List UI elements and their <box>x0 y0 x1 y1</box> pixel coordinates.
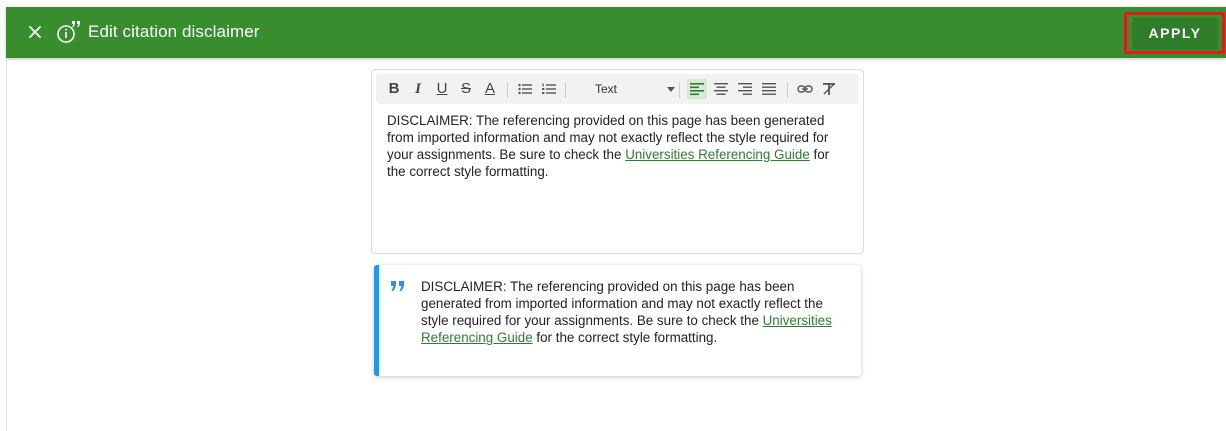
italic-button[interactable]: I <box>408 79 428 99</box>
rich-text-editor: B I U S A Text DISCLAIMER: The referenci… <box>371 69 864 254</box>
close-icon[interactable] <box>25 22 45 42</box>
clear-formatting-icon[interactable] <box>819 79 839 99</box>
apply-button[interactable]: APPLY <box>1133 18 1217 48</box>
align-right-icon[interactable] <box>735 79 755 99</box>
citation-info-icon <box>56 19 84 45</box>
editor-toolbar: B I U S A Text <box>376 74 859 104</box>
referencing-guide-link[interactable]: Universities Referencing Guide <box>625 147 810 162</box>
bullet-list-icon[interactable] <box>515 79 535 99</box>
editor-content[interactable]: DISCLAIMER: The referencing provided on … <box>387 112 847 180</box>
chevron-down-icon <box>667 87 675 92</box>
underline-button[interactable]: U <box>432 79 452 99</box>
toolbar-divider <box>565 82 566 98</box>
quote-icon <box>390 280 406 294</box>
toolbar-divider <box>679 82 680 98</box>
toolbar-divider <box>787 82 788 98</box>
text-format-value: Text <box>595 82 618 96</box>
disclaimer-preview: DISCLAIMER: The referencing provided on … <box>374 265 861 376</box>
bold-button[interactable]: B <box>384 79 404 99</box>
link-icon[interactable] <box>795 79 815 99</box>
toolbar-divider <box>507 82 508 98</box>
align-left-icon[interactable] <box>687 79 707 99</box>
strikethrough-button[interactable]: S <box>456 79 476 99</box>
dialog-title: Edit citation disclaimer <box>88 22 260 41</box>
align-justify-icon[interactable] <box>759 79 779 99</box>
text-format-select[interactable]: Text <box>591 79 679 99</box>
align-center-icon[interactable] <box>711 79 731 99</box>
preview-content: DISCLAIMER: The referencing provided on … <box>421 278 853 346</box>
preview-text-end: for the correct style formatting. <box>532 330 718 345</box>
font-color-button[interactable]: A <box>480 79 500 99</box>
dialog-header: Edit citation disclaimer APPLY <box>6 7 1226 58</box>
numbered-list-icon[interactable] <box>539 79 559 99</box>
